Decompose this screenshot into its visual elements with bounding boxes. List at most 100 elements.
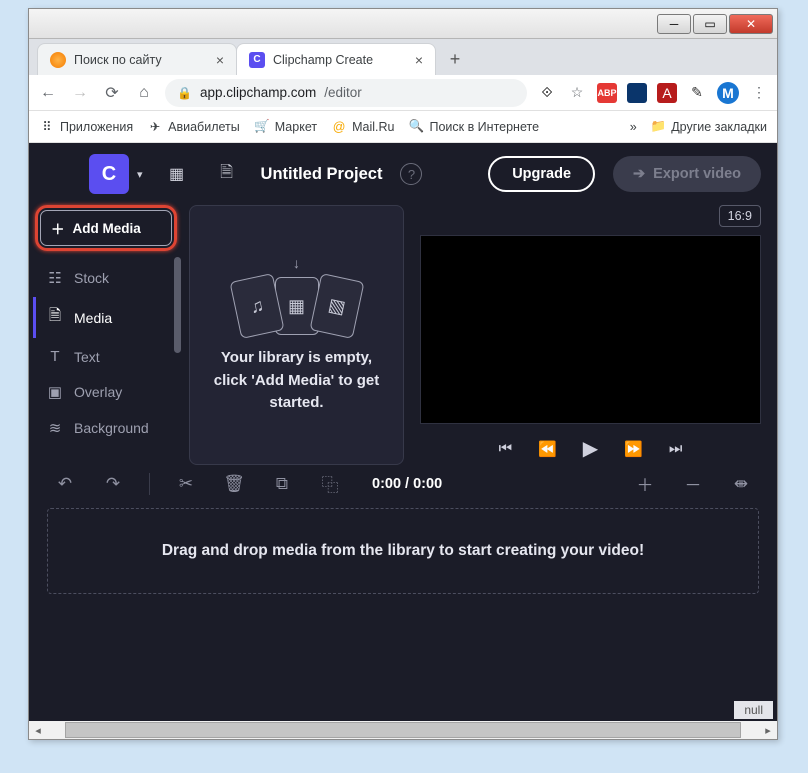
window-titlebar: ─ ▭ ✕ (29, 9, 777, 39)
preview-column: 16:9 ⏮ ⏪ ▶ ⏩ ⏭ (414, 205, 761, 465)
browser-tab[interactable]: Поиск по сайту × (37, 43, 237, 75)
timeline-dropzone[interactable]: Drag and drop media from the library to … (47, 508, 759, 594)
apps-icon: ⠿ (39, 119, 55, 135)
extension-icon[interactable] (627, 83, 647, 103)
skip-start-button[interactable]: ⏮ (499, 440, 513, 457)
bookmark-star-icon[interactable]: ☆ (567, 83, 587, 103)
sidebar-list: ☷ Stock 🗎Media TText ▣Overlay ≋ Background (33, 261, 179, 445)
bookmark-label: Другие закладки (671, 120, 767, 134)
translate-icon[interactable]: ⟐ (537, 83, 557, 103)
tab-close-icon[interactable]: × (415, 52, 423, 68)
help-button[interactable]: ? (400, 163, 422, 185)
playback-controls: ⏮ ⏪ ▶ ⏩ ⏭ (420, 432, 761, 465)
window-minimize-button[interactable]: ─ (657, 14, 691, 34)
nav-back-button[interactable]: ← (37, 82, 59, 104)
sidebar-scrollbar[interactable] (174, 257, 181, 353)
sidebar-item-label: Stock (74, 270, 109, 286)
other-bookmarks-folder[interactable]: 📁Другие закладки (651, 119, 767, 134)
horizontal-scrollbar[interactable]: ◂ ▸ (29, 721, 777, 739)
bookmark-item[interactable]: @ Mail.Ru (331, 119, 394, 135)
main-row: ＋ Add Media ☷ Stock 🗎Media TText ▣Overlay… (29, 205, 777, 465)
scroll-left-button[interactable]: ◂ (29, 724, 47, 737)
upgrade-button[interactable]: Upgrade (488, 156, 595, 192)
favicon-icon: C (249, 52, 265, 68)
text-icon: T (46, 348, 64, 365)
library-empty-message: Your library is empty, click 'Add Media'… (204, 347, 389, 415)
cart-icon: 🛒 (254, 119, 270, 135)
browser-window: ─ ▭ ✕ Поиск по сайту × C Clipchamp Creat… (28, 8, 778, 740)
project-title[interactable]: Untitled Project (261, 165, 383, 184)
library-panel: ↓ ♫ ▦ ▧ Your library is empty, click 'Ad… (189, 205, 404, 465)
url-input[interactable]: 🔒 app.clipchamp.com/editor (165, 79, 527, 107)
app-header: C ▾ ▦ 🗎 Untitled Project ? Upgrade ➔ Exp… (29, 143, 777, 205)
sidebar-item-text[interactable]: TText (33, 340, 179, 373)
add-media-label: Add Media (73, 221, 141, 236)
rewind-button[interactable]: ⏪ (538, 440, 557, 458)
bookmarks-overflow-button[interactable]: » (630, 120, 637, 134)
scroll-thumb[interactable] (65, 722, 741, 738)
tab-label: Поиск по сайту (74, 53, 162, 67)
sidebar-item-media[interactable]: 🗎Media (33, 297, 179, 338)
address-bar: ← → ⟳ ⌂ 🔒 app.clipchamp.com/editor ⟐ ☆ A… (29, 75, 777, 111)
sidebar: ＋ Add Media ☷ Stock 🗎Media TText ▣Overlay… (29, 205, 179, 465)
nav-forward-button[interactable]: → (69, 82, 91, 104)
browser-menu-button[interactable]: ⋮ (749, 83, 769, 103)
browser-tab[interactable]: C Clipchamp Create × (236, 43, 436, 75)
zoom-in-button[interactable]: ＋ (633, 471, 657, 496)
bookmarks-bar: ⠿Приложения ✈Авиабилеты 🛒Маркет @ Mail.Ru… (29, 111, 777, 143)
url-domain: app.clipchamp.com (200, 85, 316, 100)
layers-icon: ≋ (46, 419, 64, 437)
pdf-extension-icon[interactable]: A (657, 83, 677, 103)
skip-end-button[interactable]: ⏭ (669, 440, 683, 457)
sidebar-item-background[interactable]: ≋ Background (33, 411, 179, 445)
duplicate-button[interactable]: ⿻ (318, 471, 342, 496)
undo-button[interactable]: ↶ (53, 474, 77, 494)
window-close-button[interactable]: ✕ (729, 14, 773, 34)
bookmark-item[interactable]: 🔍Поиск в Интернете (408, 119, 539, 135)
cut-button[interactable]: ✂ (174, 474, 198, 494)
sidebar-item-overlay[interactable]: ▣Overlay (33, 375, 179, 409)
tab-label: Clipchamp Create (273, 53, 373, 67)
add-media-highlight: ＋ Add Media (35, 205, 177, 251)
divider (149, 473, 150, 495)
tab-close-icon[interactable]: × (216, 52, 224, 68)
bookmark-item[interactable]: ✈Авиабилеты (147, 119, 240, 135)
new-tab-button[interactable]: + (441, 45, 469, 73)
sidebar-item-label: Overlay (74, 384, 122, 400)
fit-button[interactable]: ⇼ (729, 474, 753, 494)
nav-home-button[interactable]: ⌂ (133, 82, 155, 104)
chevron-down-icon[interactable]: ▾ (137, 168, 143, 181)
arrow-down-icon: ↓ (293, 255, 300, 271)
layout-icon[interactable]: ▦ (161, 158, 193, 190)
timeline-empty-message: Drag and drop media from the library to … (162, 539, 644, 564)
mail-icon: @ (331, 119, 347, 135)
window-maximize-button[interactable]: ▭ (693, 14, 727, 34)
aspect-ratio-button[interactable]: 16:9 (719, 205, 761, 227)
sidebar-item-label: Background (74, 420, 149, 436)
redo-button[interactable]: ↷ (101, 474, 125, 494)
fast-forward-button[interactable]: ⏩ (624, 440, 643, 458)
add-media-button[interactable]: ＋ Add Media (40, 210, 172, 246)
adblock-extension-icon[interactable]: ABP (597, 83, 617, 103)
scroll-right-button[interactable]: ▸ (759, 724, 777, 737)
stock-icon: ☷ (46, 269, 64, 287)
bookmark-apps[interactable]: ⠿Приложения (39, 119, 133, 135)
video-preview[interactable] (420, 235, 761, 424)
delete-button[interactable]: 🗑 (222, 474, 246, 494)
file-icon[interactable]: 🗎 (211, 158, 243, 190)
bookmark-item[interactable]: 🛒Маркет (254, 119, 317, 135)
nav-reload-button[interactable]: ⟳ (101, 82, 123, 104)
app-logo[interactable]: C (89, 154, 129, 194)
search-icon: 🔍 (408, 119, 424, 135)
extension-icon[interactable]: ✎ (687, 83, 707, 103)
sidebar-item-stock[interactable]: ☷ Stock (33, 261, 179, 295)
play-button[interactable]: ▶ (583, 436, 598, 461)
edit-toolbar: ↶ ↷ ✂ 🗑 ⧉ ⿻ 0:00 / 0:00 ＋ － ⇼ (29, 465, 777, 502)
export-label: Export video (653, 166, 741, 182)
lock-icon: 🔒 (177, 86, 192, 100)
copy-button[interactable]: ⧉ (270, 474, 294, 494)
bookmark-label: Mail.Ru (352, 120, 394, 134)
profile-avatar[interactable]: M (717, 82, 739, 104)
export-video-button[interactable]: ➔ Export video (613, 156, 761, 192)
zoom-out-button[interactable]: － (681, 471, 705, 496)
